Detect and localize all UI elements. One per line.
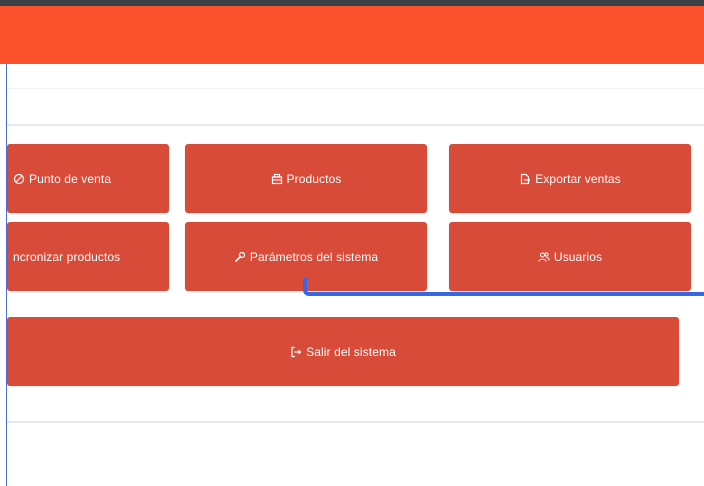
wrench-icon [234,251,246,263]
menu-tile-label: ncronizar productos [13,249,121,264]
header-bar [0,6,704,64]
menu-tile-productos[interactable]: Productos [185,144,427,213]
box-icon [271,173,283,185]
menu-tile-label: Productos [286,171,342,186]
menu-tile-label: Usuarios [553,249,603,264]
menu-tile-exportar-ventas[interactable]: Exportar ventas [449,144,691,213]
divider-bottom [7,421,704,423]
exit-system-button[interactable]: Salir del sistema [7,317,679,386]
users-icon [538,251,550,263]
menu-tile-label: Exportar ventas [535,171,621,186]
highlight-annotation-line [303,278,704,296]
ban-icon [13,173,25,185]
menu-tile-sincronizar-productos[interactable]: ncronizar productos [7,222,169,291]
file-export-icon [519,173,531,185]
exit-system-label: Salir del sistema [306,344,396,359]
sign-out-icon [290,346,302,358]
divider-top [7,124,704,126]
menu-tile-punto-de-venta[interactable]: Punto de venta [7,144,169,213]
subheader-bar [7,64,704,89]
menu-tile-label: Punto de venta [29,171,112,186]
menu-tile-label: Parámetros del sistema [249,249,379,264]
